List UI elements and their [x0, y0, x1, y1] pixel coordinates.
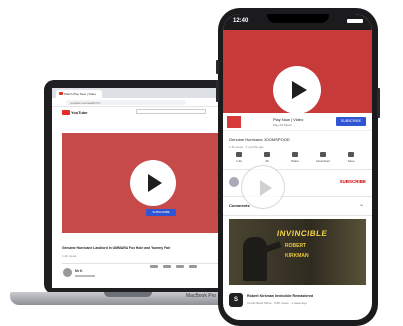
- laptop-channel-name[interactable]: Mr K: [75, 269, 83, 273]
- like-button[interactable]: 1.4k: [229, 152, 249, 163]
- recommended-meta: Comic Book Show · 5.8K views · 1 week ag…: [247, 301, 307, 305]
- more-icon[interactable]: [189, 265, 197, 268]
- thumbnail-title: INVINCIBLE: [276, 229, 328, 238]
- comments-label: Comments: [229, 203, 250, 208]
- dislike-button[interactable]: 29: [257, 152, 277, 163]
- phone-video-meta: 1.4k views · 3 months ago: [229, 145, 264, 149]
- download-icon: [320, 152, 326, 157]
- laptop-video-title: Genuine Hurricane Landlord in UMMARA Fox…: [62, 246, 171, 250]
- laptop-play-icon[interactable]: [130, 160, 176, 206]
- divider: [223, 215, 372, 216]
- laptop-channel-subtext: [75, 275, 95, 277]
- browser-tab-title: Watch Play New | Video: [64, 92, 96, 96]
- ad-subscribe-button[interactable]: SUBSCRIBE: [336, 117, 366, 126]
- browser-tabbar: Watch Play New | Video: [52, 88, 224, 98]
- phone-action-bar: 1.4k 29 Share Download Save: [227, 152, 368, 166]
- devices-mockup: Watch Play New | Video youtube.com/watch…: [0, 0, 403, 326]
- address-input[interactable]: youtube.com/watch?v=: [66, 100, 186, 105]
- status-time: 12:40: [233, 18, 249, 24]
- phone-video-player[interactable]: [223, 30, 372, 114]
- browser-tab[interactable]: Watch Play New | Video: [56, 90, 102, 98]
- laptop-subscribe-button[interactable]: SUBSCRIBE: [146, 209, 176, 216]
- save-icon: [348, 152, 354, 157]
- phone-side-button: [216, 80, 219, 102]
- overlay-play-icon[interactable]: [241, 165, 285, 209]
- recommended-title: Robert Kirkman Invincible Remastered: [247, 294, 314, 298]
- avatar[interactable]: [63, 268, 72, 277]
- phone-subscribe-button[interactable]: SUBSCRIBE: [339, 179, 366, 184]
- recommended-item[interactable]: S Robert Kirkman Invincible Remastered C…: [223, 290, 372, 320]
- avatar[interactable]: [229, 177, 239, 187]
- laptop-video-meta: 1.4K views: [62, 254, 77, 258]
- divider: [223, 169, 372, 170]
- like-icon: [236, 152, 242, 157]
- download-button[interactable]: Download: [313, 152, 333, 163]
- thumbnail-figure: [243, 237, 267, 281]
- share-icon: [292, 152, 298, 157]
- dislike-icon[interactable]: [163, 265, 171, 268]
- youtube-header: YouTube: [52, 107, 224, 117]
- signal-battery-icon: [347, 19, 363, 23]
- phone-screen: 12:40 Play Now | Video Play Ad Music SUB…: [223, 14, 372, 320]
- laptop-action-bar: [150, 255, 220, 268]
- divider: [62, 263, 218, 264]
- laptop-brand: MacBook Pro: [186, 293, 217, 299]
- youtube-logo-icon[interactable]: [62, 110, 70, 115]
- ad-subtitle: Play Ad Music: [273, 123, 292, 127]
- save-button[interactable]: Save: [341, 152, 361, 163]
- thumbnail-line-2: KIRKMAN: [285, 253, 309, 259]
- laptop-notch: [104, 292, 152, 297]
- recommended-thumbnail[interactable]: INVINCIBLE ROBERT KIRKMAN: [229, 219, 366, 285]
- phone-play-icon[interactable]: [273, 66, 321, 114]
- browser-urlbar: youtube.com/watch?v=: [52, 98, 224, 107]
- ad-thumbnail: [227, 116, 241, 128]
- thumbnail-line-1: ROBERT: [285, 243, 307, 249]
- ad-title: Play Now | Video: [273, 117, 304, 122]
- search-input[interactable]: [136, 109, 206, 114]
- chevron-down-icon[interactable]: ⌄: [359, 201, 364, 208]
- ad-banner[interactable]: Play Now | Video Play Ad Music SUBSCRIBE: [223, 113, 372, 131]
- channel-logo: S: [229, 293, 243, 307]
- share-button[interactable]: Share: [285, 152, 305, 163]
- like-icon[interactable]: [150, 265, 158, 268]
- status-bar: 12:40: [223, 14, 372, 30]
- phone-side-button: [216, 60, 219, 74]
- share-icon[interactable]: [176, 265, 184, 268]
- dislike-icon: [264, 152, 270, 157]
- youtube-favicon-icon: [59, 92, 63, 95]
- youtube-logo-text: YouTube: [71, 110, 88, 115]
- phone-notch: [267, 14, 329, 23]
- phone-power-button: [377, 88, 380, 118]
- phone-video-title: Genuine Hurricane JOOMSPOOD: [229, 137, 290, 142]
